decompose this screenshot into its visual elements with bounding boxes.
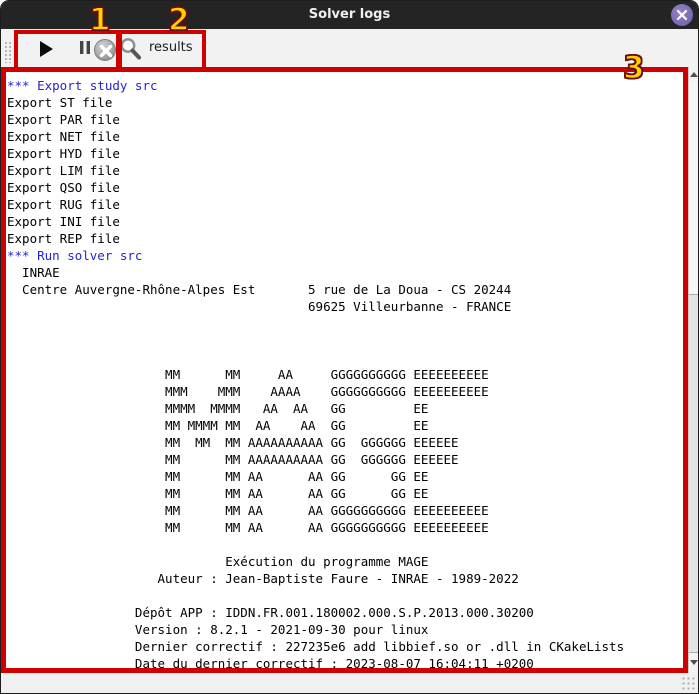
log-line: 69625 Villeurbanne - FRANCE [7, 298, 683, 315]
log-line [7, 315, 683, 332]
log-line: Auteur : Jean-Baptiste Faure - INRAE - 1… [7, 570, 683, 587]
log-line: *** Export study src [7, 77, 683, 94]
pause-icon [80, 42, 91, 57]
stop-button[interactable] [94, 39, 116, 61]
scroll-up-icon [690, 72, 698, 77]
log-line: Centre Auvergne-Rhône-Alpes Est 5 rue de… [7, 281, 683, 298]
log-line: Export RUG file [7, 196, 683, 213]
log-line: Export NET file [7, 128, 683, 145]
log-line: MMM MMM AAAA GGGGGGGGGG EEEEEEEEEE [7, 383, 683, 400]
log-line: Exécution du programme MAGE [7, 553, 683, 570]
scroll-down-icon [690, 660, 698, 665]
log-area[interactable]: *** Export study srcExport ST fileExport… [6, 72, 683, 668]
log-line: Export LIM file [7, 162, 683, 179]
log-line: MM MM MM AAAAAAAAAA GG GGGGGG EEEEEE [7, 434, 683, 451]
log-line [7, 587, 683, 604]
log-line: Export REP file [7, 230, 683, 247]
scroll-down-button[interactable] [689, 653, 699, 673]
play-icon [33, 41, 59, 57]
play-button[interactable] [33, 39, 59, 59]
log-line: *** Run solver src [7, 247, 683, 264]
scrollbar-thumb[interactable] [689, 294, 699, 653]
log-line: Export ST file [7, 94, 683, 111]
log-line: MMMM MMMM AA AA GG EE [7, 400, 683, 417]
resize-grip[interactable] [682, 677, 696, 691]
log-line: MM MM AA AA GGGGGGGGGG EEEEEEEEEE [7, 519, 683, 536]
toolbar: results [1, 29, 698, 67]
scrollbar[interactable] [688, 67, 699, 673]
log-line [7, 349, 683, 366]
log-line: Export PAR file [7, 111, 683, 128]
search-icon [118, 36, 144, 65]
log-line: Dernier correctif : 227235e6 add libbief… [7, 638, 683, 655]
results-button[interactable]: results [115, 35, 205, 63]
toolbar-drag-handle[interactable] [4, 41, 12, 63]
results-button-label: results [149, 40, 193, 55]
log-line: Export QSO file [7, 179, 683, 196]
log-line: MM MM AA AA GG GG EE [7, 468, 683, 485]
log-line: MM MM AA AA GG GG EE [7, 485, 683, 502]
solver-logs-window: Solver logs [0, 0, 699, 694]
scroll-up-button[interactable] [689, 67, 699, 83]
titlebar[interactable]: Solver logs [1, 1, 698, 29]
pause-button[interactable] [75, 40, 95, 58]
status-bar [1, 673, 698, 693]
log-line: INRAE [7, 264, 683, 281]
log-line: Dépôt APP : IDDN.FR.001.180002.000.S.P.2… [7, 604, 683, 621]
log-line: MM MM AAAAAAAAAA GG GGGGGG EEEEEE [7, 451, 683, 468]
log-line: Date du dernier correctif : 2023-08-07 1… [7, 655, 683, 668]
log-line: Version : 8.2.1 - 2021-09-30 pour linux [7, 621, 683, 638]
close-button[interactable] [671, 4, 693, 26]
log-line: MM MM AA AA GGGGGGGGGG EEEEEEEEEE [7, 502, 683, 519]
log-line [7, 332, 683, 349]
log-line: Export HYD file [7, 145, 683, 162]
log-line: MM MM AA GGGGGGGGGG EEEEEEEEEE [7, 366, 683, 383]
window-title: Solver logs [1, 1, 698, 28]
log-line [7, 536, 683, 553]
log-line: MM MMMM MM AA AA GG EE [7, 417, 683, 434]
log-line: Export INI file [7, 213, 683, 230]
log-text: *** Export study srcExport ST fileExport… [6, 72, 683, 668]
